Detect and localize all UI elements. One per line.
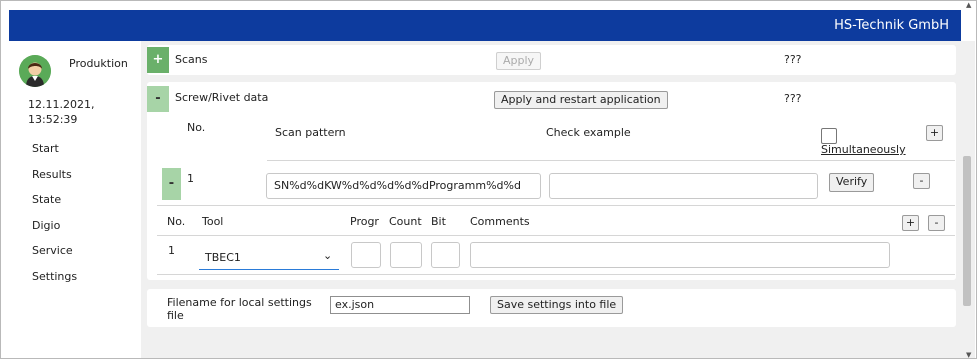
tool-row-number: 1 <box>168 244 175 257</box>
check-example-input[interactable] <box>549 173 818 199</box>
user-avatar-icon <box>19 55 51 87</box>
sidebar-item-digio[interactable]: Digio <box>32 218 77 244</box>
scans-status: ??? <box>784 53 802 66</box>
screw-rivet-section: - Screw/Rivet data Apply and restart app… <box>147 82 956 280</box>
add-tool-button[interactable]: + <box>902 215 919 231</box>
remove-tool-button[interactable]: - <box>928 215 945 231</box>
tool-row-divider <box>157 274 955 275</box>
tool-header-count: Count <box>389 215 422 228</box>
top-bar: HS-Technik GmbH <box>9 10 961 41</box>
scan-pattern-input[interactable]: SN%d%dKW%d%d%d%d%dProgramm%d%d <box>266 173 541 199</box>
sidebar-nav: Start Results State Digio Service Settin… <box>32 141 77 294</box>
main-content: + Scans Apply ??? - Screw/Rivet data App… <box>141 41 961 358</box>
app-window: HS-Technik GmbH Produktion 12.11.2021, 1… <box>0 0 977 359</box>
tool-header-no: No. <box>167 215 186 228</box>
scan-row-number: 1 <box>187 172 194 185</box>
screw-rivet-collapse-button[interactable]: - <box>147 86 169 112</box>
count-input[interactable] <box>390 242 422 268</box>
scroll-down-arrow-icon[interactable]: ▼ <box>966 351 971 358</box>
tool-header-tool: Tool <box>202 215 224 228</box>
scan-header-check: Check example <box>546 126 631 139</box>
settings-filename-label-line2: file <box>167 309 184 322</box>
screw-rivet-status: ??? <box>784 92 802 105</box>
user-name: Produktion <box>69 57 128 70</box>
scrollbar-thumb[interactable] <box>963 156 971 306</box>
verify-button[interactable]: Verify <box>829 173 875 192</box>
tool-select-value: TBEC1 <box>205 251 241 264</box>
sidebar-item-start[interactable]: Start <box>32 141 77 167</box>
brand-name: HS-Technik GmbH <box>834 18 949 33</box>
scan-row-divider <box>157 205 955 206</box>
tool-header-comments: Comments <box>470 215 530 228</box>
tool-select[interactable]: TBEC1 ⌄ <box>199 242 339 270</box>
apply-restart-button[interactable]: Apply and restart application <box>494 91 668 109</box>
remove-scan-pattern-button[interactable]: - <box>913 173 930 189</box>
scans-apply-button[interactable]: Apply <box>496 52 542 70</box>
scan-row-collapse-button[interactable]: - <box>162 168 181 200</box>
sidebar-item-state[interactable]: State <box>32 192 77 218</box>
tool-header-progr: Progr <box>350 215 379 228</box>
screw-rivet-title: Screw/Rivet data <box>175 91 269 104</box>
sidebar: Produktion 12.11.2021, 13:52:39 Start Re… <box>9 41 141 358</box>
date-text: 12.11.2021, <box>28 98 95 111</box>
tool-header-divider <box>157 235 955 236</box>
chevron-down-icon: ⌄ <box>323 249 333 262</box>
settings-file-section: Filename for local settings file ex.json… <box>147 289 956 327</box>
simultaneously-checkbox[interactable] <box>821 128 837 144</box>
scan-header-divider <box>267 160 955 161</box>
scroll-up-arrow-icon[interactable]: ▲ <box>966 1 971 9</box>
settings-filename-input[interactable]: ex.json <box>330 296 470 314</box>
scrollbar[interactable] <box>961 41 975 358</box>
bit-input[interactable] <box>431 242 460 268</box>
sidebar-item-settings[interactable]: Settings <box>32 269 77 295</box>
scans-section: + Scans Apply ??? <box>147 45 956 75</box>
datetime: 12.11.2021, 13:52:39 <box>28 97 94 127</box>
time-text: 13:52:39 <box>28 113 78 126</box>
settings-filename-label: Filename for local settings file <box>167 296 312 322</box>
save-settings-button[interactable]: Save settings into file <box>490 296 624 314</box>
avatar <box>19 55 51 87</box>
add-scan-pattern-button[interactable]: + <box>926 125 943 141</box>
sidebar-item-service[interactable]: Service <box>32 243 77 269</box>
scans-title: Scans <box>175 53 208 66</box>
comments-input[interactable] <box>470 242 890 268</box>
tool-header-bit: Bit <box>431 215 446 228</box>
progr-input[interactable] <box>351 242 381 268</box>
scans-expand-button[interactable]: + <box>147 47 169 73</box>
sidebar-item-results[interactable]: Results <box>32 167 77 193</box>
scan-header-pattern: Scan pattern <box>275 126 346 139</box>
simultaneously-label: Simultaneously <box>821 143 906 156</box>
scan-header-no: No. <box>187 121 206 134</box>
settings-filename-label-line1: Filename for local settings <box>167 296 312 309</box>
